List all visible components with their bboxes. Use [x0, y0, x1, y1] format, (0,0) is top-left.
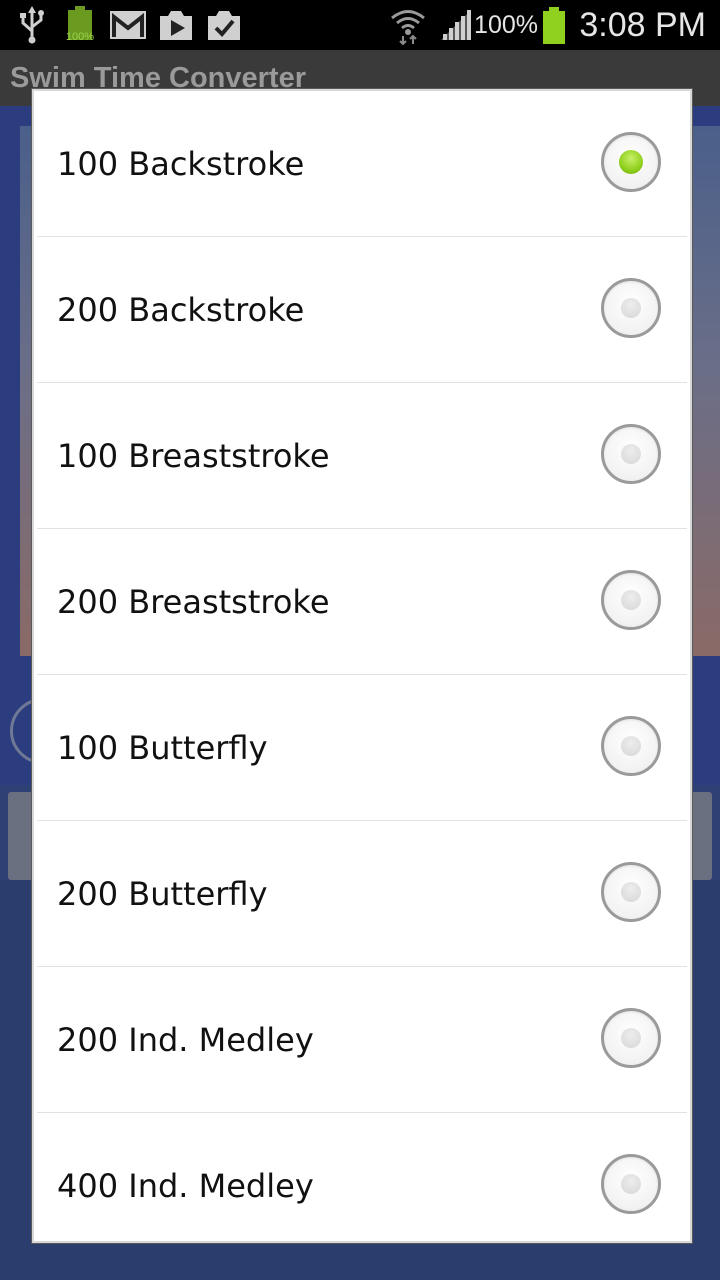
radio-button[interactable]	[601, 716, 661, 776]
option-label: 100 Breaststroke	[57, 437, 330, 475]
radio-button[interactable]	[601, 424, 661, 484]
option-list: 100 Backstroke 200 Backstroke 100 Breast…	[34, 91, 690, 1241]
radio-button[interactable]	[601, 862, 661, 922]
option-label: 200 Breaststroke	[57, 583, 330, 621]
battery-icon	[541, 0, 567, 50]
radio-button-checked[interactable]	[601, 132, 661, 192]
option-200-backstroke[interactable]: 200 Backstroke	[37, 237, 687, 383]
option-100-backstroke[interactable]: 100 Backstroke	[37, 91, 687, 237]
option-400-ind-medley[interactable]: 400 Ind. Medley	[37, 1113, 687, 1241]
checklist-icon	[204, 0, 244, 50]
option-label: 200 Backstroke	[57, 291, 305, 329]
usb-icon	[16, 0, 48, 50]
play-store-icon	[156, 0, 196, 50]
option-label: 200 Ind. Medley	[57, 1021, 314, 1059]
radio-button[interactable]	[601, 570, 661, 630]
radio-button[interactable]	[601, 1154, 661, 1214]
battery-percent: 100%	[474, 11, 538, 39]
status-bar: 100% 100% 3:08 PM	[0, 0, 720, 50]
option-200-butterfly[interactable]: 200 Butterfly	[37, 821, 687, 967]
option-label: 400 Ind. Medley	[57, 1167, 314, 1205]
radio-dot	[619, 150, 643, 174]
option-200-ind-medley[interactable]: 200 Ind. Medley	[37, 967, 687, 1113]
radio-dot	[621, 1028, 641, 1048]
gmail-icon	[108, 0, 148, 50]
radio-button[interactable]	[601, 1008, 661, 1068]
option-label: 200 Butterfly	[57, 875, 268, 913]
option-label: 100 Butterfly	[57, 729, 268, 767]
radio-button[interactable]	[601, 278, 661, 338]
wifi-icon	[388, 0, 428, 50]
radio-dot	[621, 1174, 641, 1194]
clock: 3:08 PM	[579, 6, 706, 44]
option-100-butterfly[interactable]: 100 Butterfly	[37, 675, 687, 821]
radio-dot	[621, 882, 641, 902]
event-choice-dialog: 100 Backstroke 200 Backstroke 100 Breast…	[32, 89, 692, 1243]
radio-dot	[621, 444, 641, 464]
radio-dot	[621, 590, 641, 610]
mini-battery-label: 100%	[65, 31, 95, 43]
radio-dot	[621, 298, 641, 318]
signal-icon	[438, 0, 474, 50]
option-100-breaststroke[interactable]: 100 Breaststroke	[37, 383, 687, 529]
option-label: 100 Backstroke	[57, 145, 305, 183]
option-200-breaststroke[interactable]: 200 Breaststroke	[37, 529, 687, 675]
radio-dot	[621, 736, 641, 756]
